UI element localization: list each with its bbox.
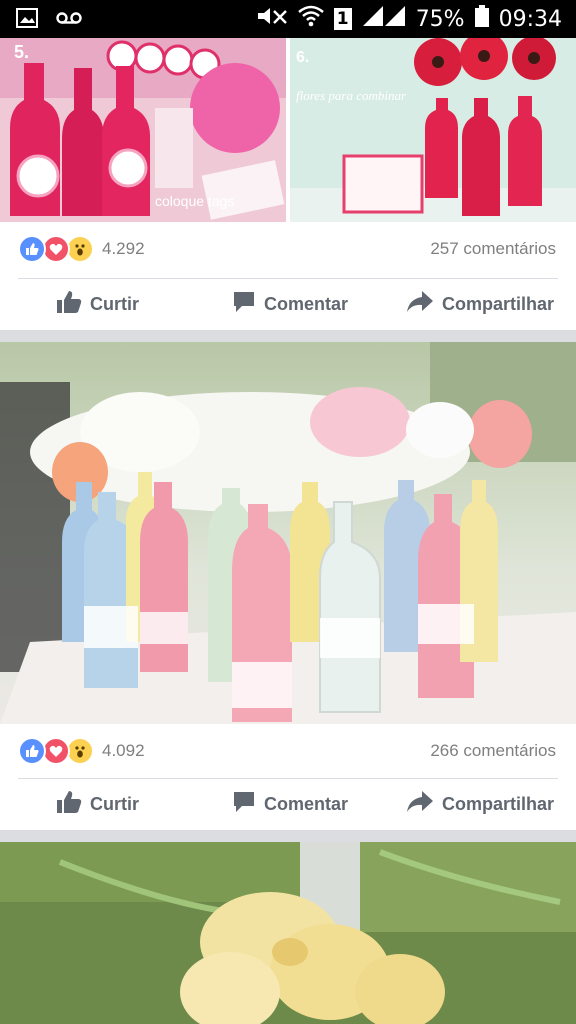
photo-caption-6: 6. <box>296 49 309 66</box>
comment-button[interactable]: Comentar <box>232 279 348 329</box>
comment-label: Comentar <box>264 793 349 814</box>
post-actions: Curtir Comentar Compartilhar <box>0 279 576 329</box>
clock: 09:34 <box>498 6 562 32</box>
battery-percent: 75% <box>415 6 465 32</box>
like-label: Curtir <box>90 293 139 314</box>
post-card-2: 4.092 266 comentários Curtir Comentar Co… <box>0 342 576 830</box>
comment-icon <box>232 790 256 819</box>
thumbs-up-icon <box>56 790 82 819</box>
share-label: Compartilhar <box>442 293 555 314</box>
share-button[interactable]: Compartilhar <box>406 779 554 829</box>
photo-caption-tags: coloque tags <box>155 193 234 209</box>
post-photo[interactable] <box>0 342 576 724</box>
like-button[interactable]: Curtir <box>56 779 139 829</box>
mute-icon <box>256 5 288 33</box>
love-reaction-icon <box>42 235 70 263</box>
post-actions: Curtir Comentar Compartilhar <box>0 779 576 829</box>
reaction-icons[interactable] <box>18 737 98 765</box>
sim-slot-icon: 1 <box>333 8 352 30</box>
love-reaction-icon <box>42 737 70 765</box>
post-photo-collage[interactable]: 5. coloque tags 6. flores para combinar <box>0 38 576 222</box>
share-label: Compartilhar <box>442 793 555 814</box>
wifi-icon <box>297 5 324 33</box>
photo-caption-5: 5. <box>14 42 29 62</box>
comment-button[interactable]: Comentar <box>232 779 348 829</box>
like-button[interactable]: Curtir <box>56 279 139 329</box>
comment-count[interactable]: 266 comentários <box>430 741 556 761</box>
reactions-row[interactable]: 4.292 257 comentários <box>0 222 576 276</box>
thumbs-up-icon <box>56 290 82 319</box>
image-icon <box>16 8 38 33</box>
wow-reaction-icon <box>66 235 94 263</box>
voicemail-icon <box>56 11 82 30</box>
wow-reaction-icon <box>66 737 94 765</box>
reaction-count[interactable]: 4.092 <box>102 741 145 761</box>
sim-slot-number: 1 <box>336 9 349 29</box>
reaction-icons[interactable] <box>18 235 98 263</box>
share-icon <box>406 290 434 319</box>
signal-icon <box>362 5 406 33</box>
comment-label: Comentar <box>264 293 349 314</box>
like-reaction-icon <box>18 737 46 765</box>
status-bar: 1 75% 09:34 <box>0 0 576 38</box>
like-label: Curtir <box>90 793 139 814</box>
post-photo[interactable] <box>0 842 576 1024</box>
post-card-1: 5. coloque tags 6. flores para combinar <box>0 38 576 330</box>
share-button[interactable]: Compartilhar <box>406 279 554 329</box>
share-icon <box>406 790 434 819</box>
post-card-3 <box>0 842 576 1024</box>
like-reaction-icon <box>18 235 46 263</box>
photo-caption-flores: flores para combinar <box>296 88 407 103</box>
reactions-row[interactable]: 4.092 266 comentários <box>0 724 576 778</box>
comment-count[interactable]: 257 comentários <box>430 239 556 259</box>
battery-icon <box>474 5 489 33</box>
comment-icon <box>232 290 256 319</box>
reaction-count[interactable]: 4.292 <box>102 239 145 259</box>
